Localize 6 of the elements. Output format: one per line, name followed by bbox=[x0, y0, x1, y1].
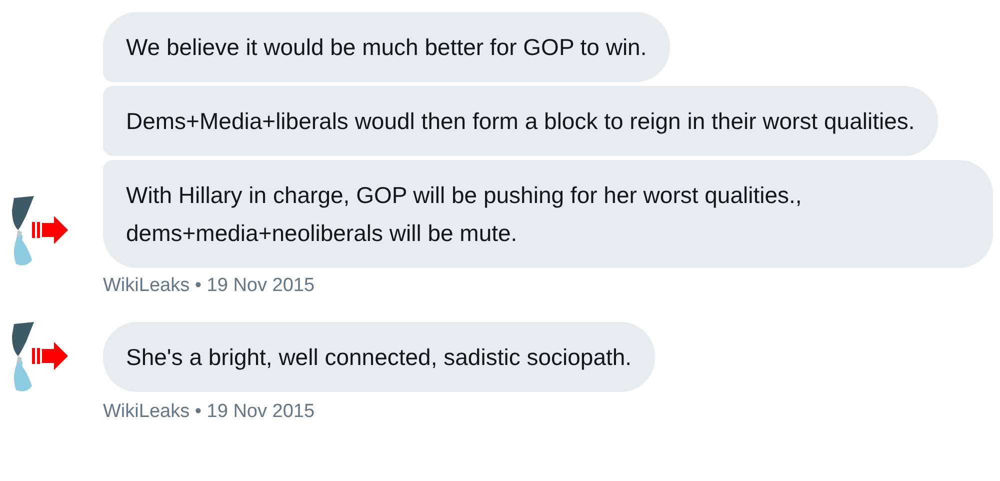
message-meta: WikiLeaks • 19 Nov 2015 bbox=[103, 401, 315, 422]
message-bubble: With Hillary in charge, GOP will be pushing for her worst qualities., dems+media+neoliberals will be mute. bbox=[103, 160, 993, 268]
message-bubble: Dems+Media+liberals woudl then form a block to reign in their worst qualities. bbox=[103, 86, 938, 156]
message-bubble: We believe it would be much better for GOP to win. bbox=[103, 12, 670, 82]
message-bubble: She's a bright, well connected, sadistic sociopath. bbox=[103, 322, 655, 392]
message-meta: WikiLeaks • 19 Nov 2015 bbox=[103, 275, 315, 296]
